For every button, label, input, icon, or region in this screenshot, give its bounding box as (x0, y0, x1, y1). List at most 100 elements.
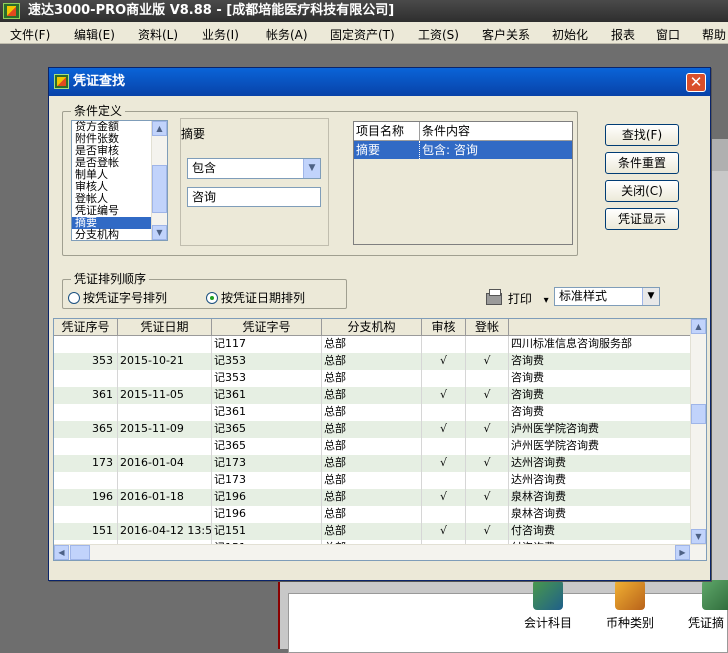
scroll-down-icon[interactable]: ▼ (152, 225, 167, 240)
cell-posted: √ (466, 489, 509, 506)
menu-accounts[interactable]: 帐务(A) (266, 26, 308, 43)
menu-initialize[interactable]: 初始化 (552, 26, 588, 43)
sort-by-number-radio[interactable]: 按凭证字号排列 (68, 289, 167, 306)
value-input[interactable]: 咨询 (187, 187, 321, 207)
cell-branch: 总部 (322, 472, 422, 489)
cell-summary: 泸州医学院咨询费 (509, 438, 694, 455)
cell-summary: 咨询费 (509, 353, 694, 370)
cell-voucher-seq (54, 438, 118, 455)
menu-business[interactable]: 业务(I) (202, 26, 239, 43)
cell-branch: 总部 (322, 336, 422, 353)
menu-fixed-assets[interactable]: 固定资产(T) (330, 26, 395, 43)
table-row[interactable]: 记361 总部 咨询费 (54, 404, 694, 421)
cell-audited (422, 404, 466, 421)
table-row[interactable]: 记117 总部 四川标准信息咨询服务部 (54, 336, 694, 353)
print-button[interactable]: 打印 ▾ (486, 289, 549, 307)
grid-vertical-scrollbar[interactable]: ▲ ▼ (690, 319, 706, 544)
menu-file[interactable]: 文件(F) (10, 26, 50, 43)
chevron-down-icon[interactable]: ▼ (303, 159, 320, 178)
dialog-titlebar[interactable]: 凭证查找 ✕ (49, 68, 710, 96)
table-row[interactable]: 173 2016-01-04 记173 总部 √ √ 达州咨询费 (54, 455, 694, 472)
table-row[interactable]: 196 2016-01-18 记196 总部 √ √ 泉林咨询费 (54, 489, 694, 506)
col-branch[interactable]: 分支机构 (322, 319, 422, 336)
cell-summary: 付咨询费 (509, 523, 694, 540)
show-voucher-button[interactable]: 凭证显示 (605, 208, 679, 230)
table-row[interactable]: 记353 总部 咨询费 (54, 370, 694, 387)
tool-currency[interactable]: 币种类别 (590, 580, 670, 631)
menu-window[interactable]: 窗口 (656, 26, 680, 43)
cell-posted: √ (466, 353, 509, 370)
app-title: 速达3000-PRO商业版 V8.88 - [成都培能医疗科技有限公司] (28, 3, 395, 18)
cell-voucher-date: 2015-11-09 (118, 421, 212, 438)
scroll-up-icon[interactable]: ▲ (152, 121, 167, 136)
condition-item: 摘要 (354, 141, 420, 159)
reset-button[interactable]: 条件重置 (605, 152, 679, 174)
grid-header: 凭证序号 凭证日期 凭证字号 分支机构 审核 登帐 (54, 319, 694, 336)
money-bag-icon (615, 580, 645, 610)
scroll-down-icon[interactable]: ▼ (691, 529, 706, 544)
table-row[interactable]: 记173 总部 达州咨询费 (54, 472, 694, 489)
cell-voucher-number: 记173 (212, 472, 322, 489)
tool-voucher-summary[interactable]: 凭证摘 (672, 580, 728, 631)
cell-branch: 总部 (322, 421, 422, 438)
cell-voucher-number: 记196 (212, 506, 322, 523)
field-listbox[interactable]: 贷方金额 附件张数 是否审核 是否登帐 制单人 审核人 登帐人 凭证编号 摘要 … (71, 120, 168, 241)
cell-voucher-date: 2015-10-21 (118, 353, 212, 370)
col-posted[interactable]: 登帐 (466, 319, 509, 336)
cell-summary: 泸州医学院咨询费 (509, 421, 694, 438)
cell-voucher-date (118, 506, 212, 523)
col-voucher-date[interactable]: 凭证日期 (118, 319, 212, 336)
scroll-right-icon[interactable]: ▶ (675, 545, 690, 560)
conditions-table: 项目名称 条件内容 摘要 包含: 咨询 (353, 121, 573, 245)
cell-branch: 总部 (322, 404, 422, 421)
scroll-thumb[interactable] (152, 165, 167, 213)
table-row[interactable]: 361 2015-11-05 记361 总部 √ √ 咨询费 (54, 387, 694, 404)
cell-voucher-number: 记361 (212, 404, 322, 421)
table-row[interactable]: 摘要 包含: 咨询 (354, 141, 572, 159)
print-style-select[interactable]: 标准样式 ▼ (554, 287, 660, 306)
menu-reports[interactable]: 报表 (611, 26, 635, 43)
col-audited[interactable]: 审核 (422, 319, 466, 336)
col-voucher-seq[interactable]: 凭证序号 (54, 319, 118, 336)
grid-horizontal-scrollbar[interactable]: ◀ ▶ (54, 544, 706, 560)
cell-summary: 泉林咨询费 (509, 489, 694, 506)
tool-accounts[interactable]: 会计科目 (508, 580, 588, 631)
field-list-scrollbar[interactable]: ▲ ▼ (151, 121, 167, 240)
print-dropdown-icon[interactable]: ▾ (544, 295, 549, 306)
close-icon[interactable]: ✕ (686, 73, 706, 92)
sort-by-date-radio[interactable]: 按凭证日期排列 (206, 289, 305, 306)
cell-posted (466, 472, 509, 489)
chevron-down-icon[interactable]: ▼ (642, 288, 659, 305)
cell-branch: 总部 (322, 353, 422, 370)
cell-voucher-number: 记117 (212, 336, 322, 353)
scroll-up-icon[interactable]: ▲ (691, 319, 706, 334)
cell-summary: 达州咨询费 (509, 455, 694, 472)
dialog-logo-icon (54, 74, 69, 89)
menu-payroll[interactable]: 工资(S) (418, 26, 459, 43)
menu-data[interactable]: 资料(L) (138, 26, 178, 43)
col-summary[interactable] (509, 319, 694, 336)
table-row[interactable]: 365 2015-11-09 记365 总部 √ √ 泸州医学院咨询费 (54, 421, 694, 438)
table-row[interactable]: 353 2015-10-21 记353 总部 √ √ 咨询费 (54, 353, 694, 370)
print-style-value: 标准样式 (559, 289, 608, 303)
col-voucher-number[interactable]: 凭证字号 (212, 319, 322, 336)
radio-on-icon (206, 292, 218, 304)
operator-select[interactable]: 包含 ▼ (187, 158, 321, 179)
cell-audited: √ (422, 353, 466, 370)
scroll-left-icon[interactable]: ◀ (54, 545, 69, 560)
table-row[interactable]: 记365 总部 泸州医学院咨询费 (54, 438, 694, 455)
table-row[interactable]: 记196 总部 泉林咨询费 (54, 506, 694, 523)
scroll-thumb[interactable] (691, 404, 706, 424)
menu-help[interactable]: 帮助 (702, 26, 726, 43)
cell-voucher-seq (54, 404, 118, 421)
scroll-thumb[interactable] (70, 545, 90, 560)
menu-edit[interactable]: 编辑(E) (74, 26, 115, 43)
condition-content: 包含: 咨询 (422, 143, 478, 157)
table-row[interactable]: 151 2016-04-12 13:5 记151 总部 √ √ 付咨询费 (54, 523, 694, 540)
cell-voucher-date: 2016-01-18 (118, 489, 212, 506)
cell-branch: 总部 (322, 438, 422, 455)
menu-crm[interactable]: 客户关系 (482, 26, 530, 43)
close-button[interactable]: 关闭(C) (605, 180, 679, 202)
find-button[interactable]: 查找(F) (605, 124, 679, 146)
cell-voucher-date (118, 438, 212, 455)
